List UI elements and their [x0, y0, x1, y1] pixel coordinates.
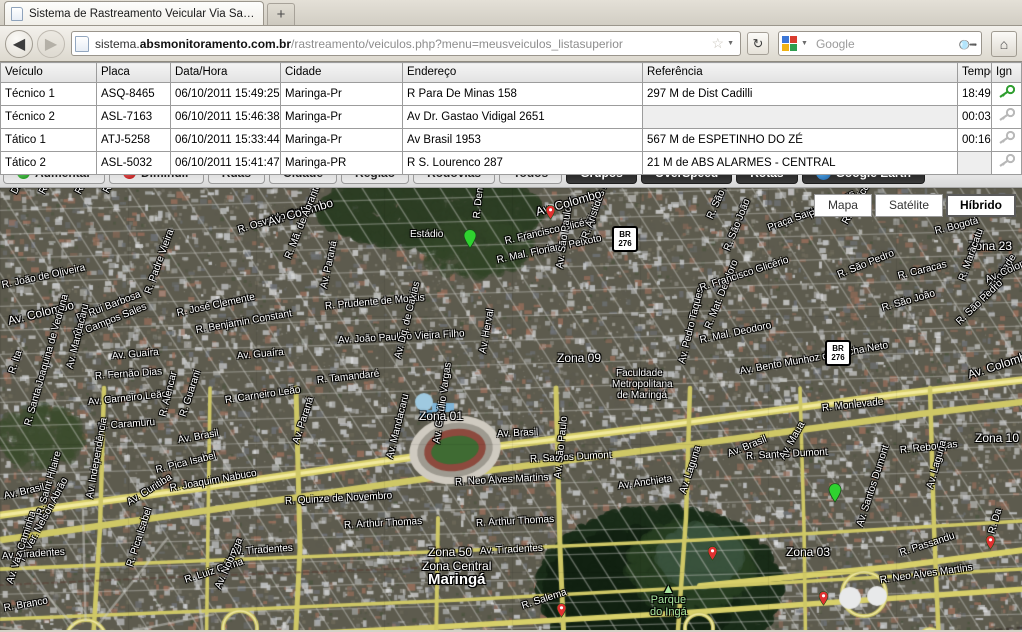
- vehicle-marker-green[interactable]: [828, 483, 842, 503]
- vehicle-list-panel: Veículo Placa Data/Hora Cidade Endereço …: [0, 62, 1022, 175]
- tab-strip: Sistema de Rastreamento Veicular Via Sat…: [0, 0, 1022, 26]
- back-arrow-icon: ◀: [12, 35, 26, 53]
- poi-marker-red[interactable]: [707, 546, 718, 561]
- browser-tab[interactable]: Sistema de Rastreamento Veicular Via Sat…: [4, 1, 264, 25]
- column-header-tempo[interactable]: Tempo: [957, 62, 992, 83]
- table-row[interactable]: Técnico 1 ASQ-8465 06/10/2011 15:49:25 Mari…: [0, 82, 1022, 106]
- reference-cell: 567 M de ESPETINHO DO ZÉ: [642, 128, 958, 152]
- table-row[interactable]: Tático 2 ASL-5032 06/10/2011 15:41:47 Marin…: [0, 151, 1022, 175]
- search-engine-dropdown-icon[interactable]: ▼: [800, 40, 812, 47]
- datetime-cell: 06/10/2011 15:41:47: [170, 151, 281, 175]
- reference-cell: [642, 105, 958, 129]
- ignition-status-cell[interactable]: [991, 105, 1022, 129]
- forward-button[interactable]: ▶: [37, 29, 65, 58]
- key-on-icon: [998, 85, 1015, 98]
- column-header-referencia[interactable]: Referência: [642, 62, 958, 83]
- vehicle-marker-green[interactable]: [463, 229, 477, 249]
- url-path: /rastreamento/veiculos.php?menu=meusveic…: [291, 36, 623, 51]
- bookmark-dropdown-icon[interactable]: ▼: [726, 40, 738, 47]
- plate-cell: ASL-7163: [96, 105, 171, 129]
- tab-favicon: [11, 6, 23, 21]
- reload-icon: ↻: [752, 35, 764, 51]
- reference-cell: 21 M de ABS ALARMES - CENTRAL: [642, 151, 958, 175]
- table-body: Técnico 1 ASQ-8465 06/10/2011 15:49:25 Mari…: [0, 82, 1022, 175]
- table-row[interactable]: Tático 1 ATJ-5258 06/10/2011 15:33:44 Marin…: [0, 128, 1022, 152]
- home-button[interactable]: ⌂: [991, 30, 1017, 57]
- map-type-selector: Mapa Satélite Híbrido: [811, 194, 1016, 217]
- vehicle-name-cell: Técnico 1: [0, 82, 97, 106]
- ignition-status-cell[interactable]: [991, 151, 1022, 175]
- reference-cell: 297 M de Dist Cadilli: [642, 82, 958, 106]
- plate-cell: ATJ-5258: [96, 128, 171, 152]
- new-tab-button[interactable]: +: [267, 3, 295, 25]
- bookmark-star-icon[interactable]: ☆: [710, 35, 727, 52]
- navigation-bar: ◀ ▶ sistema.absmonitoramento.com.br/rast…: [0, 26, 1022, 62]
- city-cell: Maringa-PR: [280, 151, 403, 175]
- column-header-endereco[interactable]: Endereço: [402, 62, 643, 83]
- search-input[interactable]: Google: [812, 37, 959, 51]
- map-canvas[interactable]: DallasR. AracaruR. Fernandes SobrinhoR. …: [0, 188, 1022, 630]
- url-domain: absmonitoramento.com.br: [139, 36, 292, 51]
- reload-button[interactable]: ↻: [747, 32, 769, 55]
- elapsed-time-cell: 00:16: [957, 128, 992, 152]
- column-header-cidade[interactable]: Cidade: [280, 62, 403, 83]
- table-header-row: Veículo Placa Data/Hora Cidade Endereço …: [0, 62, 1022, 83]
- datetime-cell: 06/10/2011 15:49:25: [170, 82, 281, 106]
- city-cell: Maringa-Pr: [280, 105, 403, 129]
- browser-window: Sistema de Rastreamento Veicular Via Sat…: [0, 0, 1022, 632]
- url-prefix: sistema.: [95, 36, 140, 51]
- satellite-imagery: [0, 188, 1022, 630]
- url-text: sistema.absmonitoramento.com.br/rastream…: [95, 37, 710, 51]
- address-cell: Av Dr. Gastao Vidigal 2651: [402, 105, 643, 129]
- map-type-hibrido[interactable]: Híbrido: [946, 194, 1016, 217]
- elapsed-time-cell: [957, 151, 992, 175]
- vehicle-name-cell: Tático 1: [0, 128, 97, 152]
- key-off-icon: [998, 108, 1015, 121]
- vehicle-name-cell: Técnico 2: [0, 105, 97, 129]
- map-type-mapa[interactable]: Mapa: [813, 194, 872, 217]
- address-cell: R Para De Minas 158: [402, 82, 643, 106]
- tab-title: Sistema de Rastreamento Veicular Via Sat…: [29, 7, 255, 20]
- elapsed-time-cell: 18:49: [957, 82, 992, 106]
- google-logo-icon: [782, 35, 798, 52]
- search-bar[interactable]: ▼ Google 🔍: [778, 31, 982, 56]
- ignition-status-cell[interactable]: [991, 128, 1022, 152]
- plate-cell: ASQ-8465: [96, 82, 171, 106]
- address-bar[interactable]: sistema.absmonitoramento.com.br/rastream…: [71, 31, 741, 56]
- column-header-placa[interactable]: Placa: [96, 62, 171, 83]
- vehicle-table: Veículo Placa Data/Hora Cidade Endereço …: [0, 62, 1022, 175]
- forward-arrow-icon: ▶: [44, 35, 58, 53]
- elapsed-time-cell: 00:03: [957, 105, 992, 129]
- key-off-icon: [998, 131, 1015, 144]
- address-cell: Av Brasil 1953: [402, 128, 643, 152]
- datetime-cell: 06/10/2011 15:46:38: [170, 105, 281, 129]
- table-row[interactable]: Técnico 2 ASL-7163 06/10/2011 15:46:38 Mari…: [0, 105, 1022, 129]
- back-button[interactable]: ◀: [5, 29, 33, 58]
- highway-shield-icon: BR 276: [612, 226, 638, 252]
- home-icon: ⌂: [999, 35, 1009, 52]
- city-cell: Maringa-Pr: [280, 82, 403, 106]
- column-header-veiculo[interactable]: Veículo: [0, 62, 97, 83]
- vehicle-name-cell: Tático 2: [0, 151, 97, 175]
- poi-marker-red[interactable]: [545, 205, 556, 220]
- ignition-status-cell[interactable]: [991, 82, 1022, 106]
- city-cell: Maringa-Pr: [280, 128, 403, 152]
- key-off-icon: [998, 154, 1015, 167]
- column-header-datahora[interactable]: Data/Hora: [170, 62, 281, 83]
- poi-marker-red[interactable]: [818, 591, 829, 606]
- map-type-satelite[interactable]: Satélite: [874, 194, 943, 217]
- search-icon[interactable]: 🔍: [956, 31, 981, 56]
- poi-marker-red[interactable]: [556, 603, 567, 618]
- poi-marker-red[interactable]: [985, 535, 996, 550]
- plate-cell: ASL-5032: [96, 151, 171, 175]
- highway-shield-icon: BR 276: [825, 340, 851, 366]
- datetime-cell: 06/10/2011 15:33:44: [170, 128, 281, 152]
- column-header-ign[interactable]: Ign: [991, 62, 1022, 83]
- page-favicon: [75, 35, 89, 52]
- address-cell: R S. Lourenco 287: [402, 151, 643, 175]
